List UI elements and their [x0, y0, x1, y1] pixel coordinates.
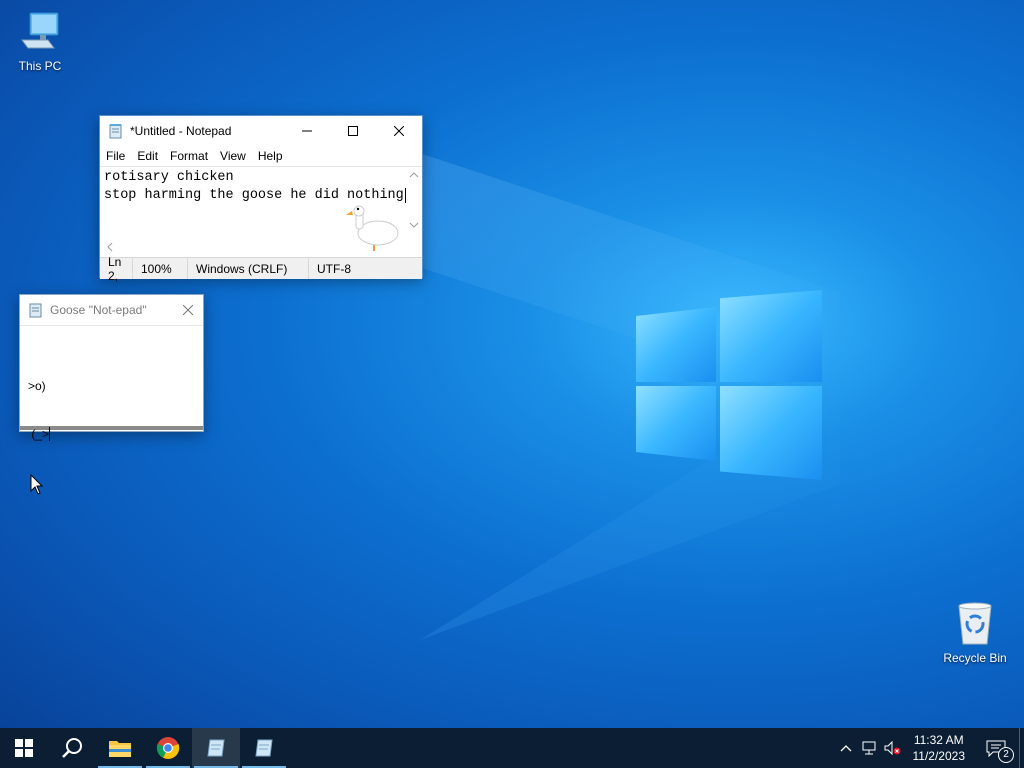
mouse-cursor-icon	[30, 474, 44, 495]
menu-edit[interactable]: Edit	[131, 149, 164, 163]
vertical-scrollbar[interactable]	[406, 167, 422, 233]
search-icon	[62, 738, 82, 758]
menu-help[interactable]: Help	[252, 149, 289, 163]
clock-date: 11/2/2023	[912, 749, 966, 763]
scroll-arrows-icon	[409, 172, 419, 228]
taskbar-goose-notepad[interactable]	[240, 728, 288, 768]
goose-notepad-window[interactable]: Goose "Not-epad" >o) (_>​	[19, 294, 204, 441]
minimize-icon	[302, 130, 312, 132]
close-button[interactable]	[376, 116, 422, 146]
goose-notepad-titlebar[interactable]: Goose "Not-epad"	[20, 295, 203, 325]
chrome-icon	[156, 737, 180, 759]
desktop-icon-recycle-bin[interactable]: Recycle Bin	[937, 600, 1013, 665]
notepad-app-icon	[29, 303, 42, 318]
close-button[interactable]	[173, 295, 203, 325]
status-line-ending: Windows (CRLF)	[188, 258, 309, 279]
desktop-icon-label: This PC	[18, 59, 62, 73]
notepad-taskbar-icon	[207, 739, 225, 757]
system-tray: 11:32 AM 11/2/2023 2	[835, 728, 1024, 768]
close-icon	[183, 305, 193, 315]
network-icon	[862, 741, 875, 755]
notification-count-badge: 2	[998, 747, 1014, 763]
status-position: Ln 2,	[100, 255, 133, 283]
notepad-window[interactable]: *Untitled - Notepad File Edit Format Vie…	[99, 115, 423, 283]
show-hidden-icons-button[interactable]	[835, 744, 857, 752]
notepad-statusbar: Ln 2, 100% Windows (CRLF) UTF-8	[100, 255, 422, 283]
text-line: >o)	[28, 379, 46, 393]
clock-time: 11:32 AM	[913, 733, 964, 747]
text-cursor: ​	[49, 427, 51, 441]
action-center-button[interactable]: 2	[973, 739, 1019, 763]
menu-format[interactable]: Format	[164, 149, 214, 163]
volume-button[interactable]	[881, 741, 905, 755]
notepad-app-icon	[109, 124, 122, 139]
close-icon	[394, 126, 404, 136]
text-line: rotisary chicken	[104, 170, 234, 185]
taskbar-chrome[interactable]	[144, 728, 192, 768]
notepad-menubar: File Edit Format View Help	[100, 146, 422, 166]
clock[interactable]: 11:32 AM 11/2/2023	[905, 732, 974, 764]
network-button[interactable]	[857, 741, 881, 755]
status-encoding: UTF-8	[317, 261, 351, 276]
goose-notepad-text[interactable]: >o) (_>​	[20, 325, 203, 441]
folder-icon	[109, 741, 131, 757]
taskbar-notepad[interactable]	[192, 728, 240, 768]
windows-start-icon	[15, 739, 33, 757]
notepad-taskbar-icon	[255, 739, 273, 757]
maximize-icon	[348, 126, 358, 136]
search-button[interactable]	[48, 728, 96, 768]
minimize-button[interactable]	[284, 116, 330, 146]
taskbar: 11:32 AM 11/2/2023 2	[0, 728, 1024, 768]
taskbar-file-explorer[interactable]	[96, 728, 144, 768]
show-desktop-button[interactable]	[1019, 728, 1024, 768]
desktop-icon-label: Recycle Bin	[943, 651, 1007, 665]
notepad-title: *Untitled - Notepad	[130, 124, 232, 138]
windows-logo-wallpaper	[636, 290, 822, 480]
computer-icon	[21, 12, 59, 49]
notepad-titlebar[interactable]: *Untitled - Notepad	[100, 116, 422, 146]
goose-notepad-title: Goose "Not-epad"	[50, 303, 147, 317]
volume-muted-icon	[884, 741, 900, 755]
scroll-left-icon	[107, 242, 113, 252]
menu-view[interactable]: View	[214, 149, 252, 163]
start-button[interactable]	[0, 728, 48, 768]
recycle-bin-icon	[958, 602, 992, 645]
status-zoom: 100%	[133, 258, 188, 279]
menu-file[interactable]: File	[100, 149, 131, 163]
horizontal-scrollbar[interactable]	[100, 237, 422, 257]
maximize-button[interactable]	[330, 116, 376, 146]
chevron-up-icon	[840, 745, 851, 752]
desktop-icon-this-pc[interactable]: This PC	[2, 10, 78, 73]
notepad-text-area[interactable]: rotisary chicken stop harming the goose …	[100, 166, 422, 251]
